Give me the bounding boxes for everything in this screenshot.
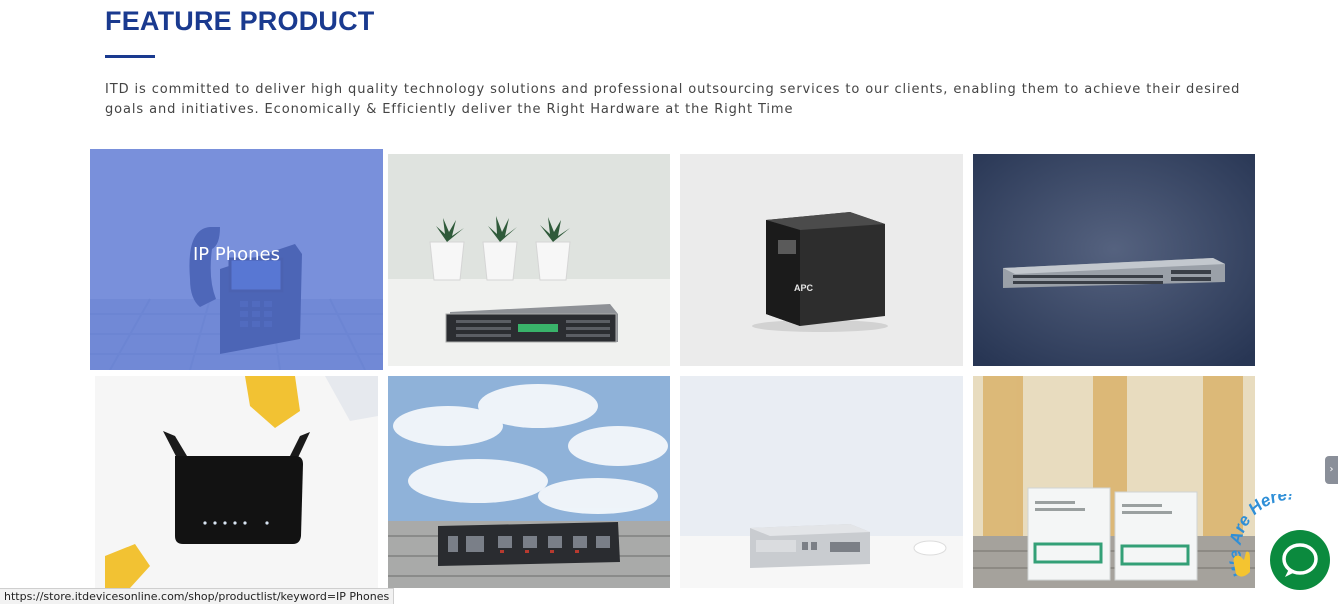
product-tile-server[interactable]	[388, 154, 670, 366]
svg-text:APC: APC	[794, 283, 814, 293]
kvm-switch-icon	[388, 376, 670, 588]
side-panel-toggle[interactable]: ›	[1325, 456, 1338, 484]
rack-server-icon	[388, 154, 670, 366]
tile-label: IP Phones	[192, 244, 281, 265]
chevron-right-icon: ›	[1329, 464, 1334, 475]
chat-bubble-icon	[1282, 543, 1318, 577]
firewall-appliance-icon	[680, 376, 963, 588]
title-underline	[105, 55, 155, 58]
product-tile-tape[interactable]	[973, 376, 1255, 588]
product-tile-switch[interactable]	[973, 154, 1255, 366]
section-intro: ITD is committed to deliver high quality…	[105, 82, 1241, 117]
product-tile-ups[interactable]: APC	[680, 154, 963, 366]
section-title: FEATURE PRODUCT	[105, 6, 375, 36]
product-tile-router[interactable]	[95, 376, 378, 588]
ups-battery-icon: APC	[680, 154, 963, 366]
product-tile-firewall[interactable]	[680, 376, 963, 588]
lto-tape-cartridge-icon	[973, 376, 1255, 588]
wireless-router-icon	[95, 376, 378, 588]
link-status-bar: https://store.itdevicesonline.com/shop/p…	[0, 588, 395, 604]
product-tile-ip-phones[interactable]: IP Phones	[90, 149, 383, 370]
chat-button[interactable]	[1270, 530, 1330, 590]
network-switch-icon	[973, 154, 1255, 366]
product-tile-kvm[interactable]	[388, 376, 670, 588]
